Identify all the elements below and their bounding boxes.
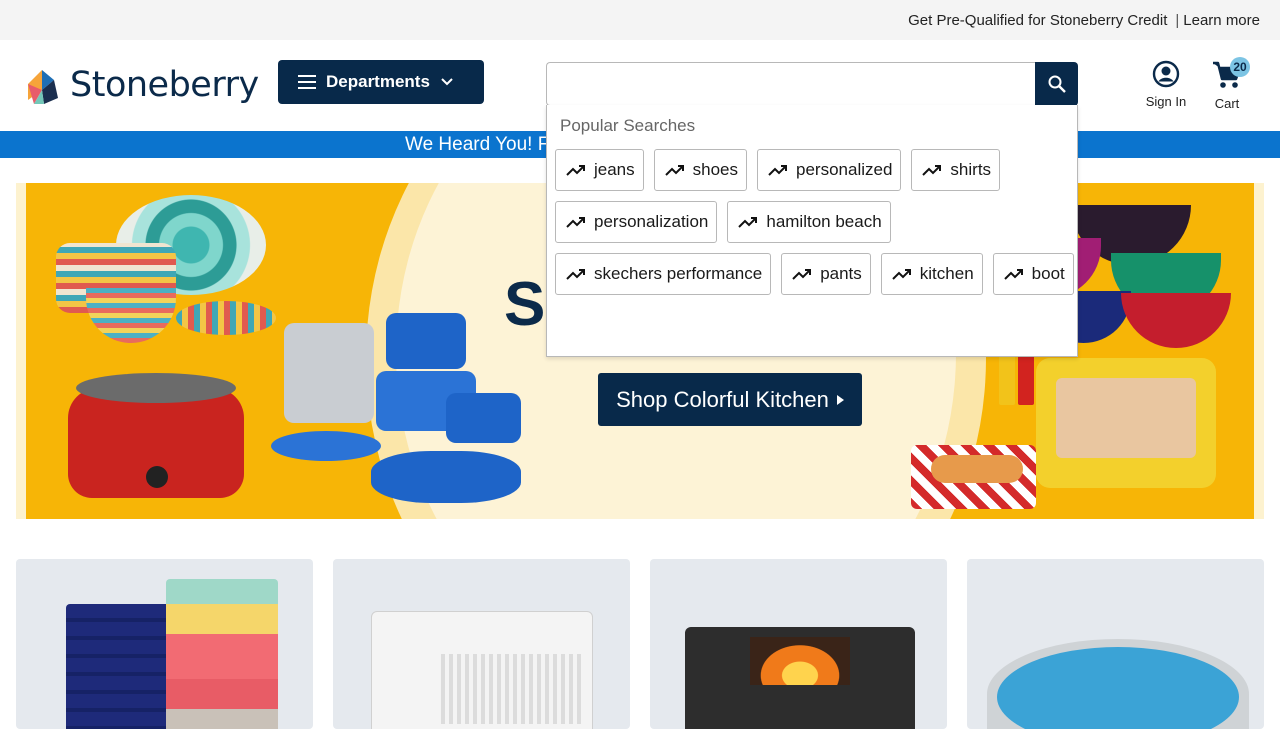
credit-promo-bar: Get Pre-Qualified for Stoneberry Credit … (0, 0, 1280, 40)
prequalify-link[interactable]: Get Pre-Qualified for Stoneberry Credit (908, 12, 1167, 29)
category-tile-fire-pit[interactable] (650, 559, 947, 729)
promo-banner-text: We Heard You! F (405, 133, 550, 155)
trending-icon (664, 165, 684, 176)
blue-saucepan-image (446, 393, 521, 443)
hot-dog-toaster-window (1056, 378, 1196, 458)
grill-pan-image (284, 323, 374, 423)
blue-pot-image (386, 313, 466, 369)
popular-search-chip[interactable]: personalized (757, 149, 902, 191)
popular-search-chip[interactable]: pants (781, 253, 871, 295)
logo-mark-icon (28, 70, 58, 104)
trending-icon (566, 269, 585, 280)
popular-search-chip[interactable]: jeans (555, 149, 644, 191)
popular-search-label: shirts (950, 160, 992, 179)
red-mixing-bowl (1121, 293, 1231, 348)
small-bowl-image (176, 301, 276, 335)
account-icon (1152, 60, 1180, 88)
popular-search-chip[interactable]: boot (992, 253, 1074, 295)
popular-search-label: kitchen (919, 264, 974, 283)
departments-label: Departments (326, 72, 430, 91)
cart-button[interactable]: 20 Cart (1204, 57, 1250, 111)
hero-cta-label: Shop Colorful Kitchen (616, 386, 829, 412)
trending-icon (566, 165, 585, 176)
popular-search-chip[interactable]: skechers performance (555, 253, 772, 295)
towels-image (66, 604, 176, 729)
blue-dutch-oven-image (371, 451, 521, 503)
popular-search-chip[interactable]: hamilton beach (727, 201, 891, 243)
cart-count-badge: 20 (1230, 57, 1250, 77)
search-icon (1048, 75, 1066, 93)
category-tile-air-conditioner[interactable] (333, 559, 630, 729)
trending-icon (768, 165, 788, 176)
popular-search-chip[interactable]: shirts (911, 149, 1001, 191)
towels-image-2 (166, 579, 278, 729)
chevron-down-icon (441, 78, 453, 86)
shop-colorful-kitchen-button[interactable]: Shop Colorful Kitchen (598, 373, 862, 426)
trending-icon (738, 217, 758, 228)
menu-icon (298, 75, 316, 89)
stoneberry-logo[interactable]: Stoneberry (24, 64, 259, 106)
search-button[interactable] (1035, 62, 1078, 106)
hero-title: S (504, 270, 546, 339)
slow-cooker-knob (146, 466, 168, 488)
popular-searches-dropdown: Popular Searches jeans shoes personalize… (546, 105, 1078, 357)
trending-icon (792, 269, 812, 280)
search-input[interactable] (546, 62, 1036, 106)
trending-icon (922, 165, 942, 176)
trending-icon (892, 269, 911, 280)
separator: | (1175, 11, 1180, 29)
popular-search-label: jeans (594, 160, 635, 179)
sign-in-button[interactable]: Sign In (1140, 60, 1192, 109)
popular-search-label: boot (1031, 264, 1065, 283)
departments-button[interactable]: Departments (278, 60, 484, 104)
sign-in-label: Sign In (1145, 94, 1187, 109)
popular-search-label: personalization (594, 212, 709, 231)
trending-icon (566, 217, 585, 228)
caret-right-icon (836, 394, 844, 405)
popular-searches-title: Popular Searches (560, 116, 696, 135)
hot-dog-image (931, 455, 1023, 483)
popular-search-chip[interactable]: shoes (653, 149, 748, 191)
cart-label: Cart (1214, 96, 1240, 111)
popular-search-chip[interactable]: personalization (555, 201, 718, 243)
learn-more-link[interactable]: Learn more (1183, 12, 1260, 29)
blue-skillet-image (271, 431, 381, 461)
bowl-image (86, 288, 176, 343)
popular-searches-list: jeans shoes personalized shirts personal… (555, 149, 1075, 295)
slow-cooker-lid (76, 373, 236, 403)
trending-icon (1003, 269, 1023, 280)
category-tile-towels[interactable] (16, 559, 313, 729)
search-bar (546, 62, 1078, 106)
popular-search-label: personalized (796, 160, 893, 179)
fire-pit-flames (750, 637, 850, 685)
popular-search-label: shoes (692, 160, 739, 179)
popular-search-chip[interactable]: kitchen (880, 253, 983, 295)
air-conditioner-vent (441, 654, 581, 724)
popular-search-label: skechers performance (594, 264, 763, 283)
popular-search-label: pants (820, 264, 862, 283)
category-tile-pools[interactable] (967, 559, 1264, 729)
logo-text: Stoneberry (70, 64, 259, 105)
popular-search-label: hamilton beach (766, 212, 882, 231)
